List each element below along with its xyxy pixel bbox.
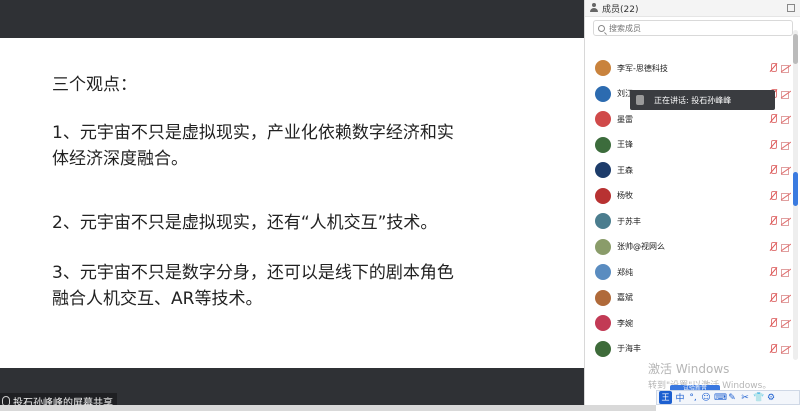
slide-heading: 三个观点： [52,75,137,95]
member-name: 嘉斌 [617,293,633,302]
speaking-indicator: 正在讲话: 投石孙峰峰 [630,90,775,110]
camera-off-icon[interactable] [781,217,791,226]
muted-microphone-icon[interactable] [769,241,777,252]
member-name: 于苏丰 [617,216,641,226]
muted-microphone-icon[interactable] [769,165,777,175]
ime-chinese-mode-key[interactable]: 中 [675,391,685,404]
member-row[interactable]: 于苏丰 [585,209,791,233]
share-top-bar [0,0,584,38]
ime-skin-icon[interactable]: 👕 [753,393,764,403]
member-name: 李军-思德科技 [617,63,668,73]
member-row[interactable]: 王森 [585,158,791,182]
user-icon [589,3,599,13]
speaking-indicator-text: 正在讲话: 投石孙峰峰 [654,95,732,105]
avatar [595,340,611,357]
member-row[interactable]: 李婉 [585,311,791,335]
members-title: 成员(22) [602,4,639,15]
camera-off-icon[interactable] [781,64,791,73]
ime-punctuation-key[interactable]: °, [688,393,698,403]
camera-off-icon[interactable] [781,166,791,175]
member-name: 王锋 [617,140,633,149]
camera-off-icon[interactable] [781,90,791,99]
muted-microphone-icon[interactable] [769,343,777,354]
member-name: 郑纯 [617,267,633,277]
avatar [595,289,611,306]
muted-microphone-icon[interactable] [769,139,777,150]
presentation-slide: 三个观点： 1、元宇宙不只是虚拟现实，产业化依赖数字经济和实 体经济深度融合。 … [0,38,584,368]
member-row[interactable]: 张帅@视网么 [585,235,791,259]
avatar [595,60,611,76]
speaker-avatar-icon [636,95,644,105]
avatar [595,85,611,102]
camera-off-icon[interactable] [781,141,791,150]
muted-microphone-icon[interactable] [769,63,777,73]
member-search-input[interactable] [609,23,779,33]
members-panel: 成员(22) 李军-思德科技刘江墨雷王锋王森杨牧于苏丰张帅@视网么郑纯嘉斌李婉于… [584,0,800,411]
ime-settings-icon[interactable]: ⚙ [766,393,776,403]
camera-off-icon[interactable] [781,345,791,354]
camera-off-icon[interactable] [781,192,791,201]
camera-off-icon[interactable] [781,294,791,303]
avatar [595,264,611,280]
member-name: 张帅@视网么 [617,242,665,251]
member-name: 于海丰 [617,344,641,353]
slide-point-2: 2、元宇宙不只是虚拟现实，还有“人机交互”技术。 [52,213,438,233]
avatar [595,136,611,153]
screen-share-area: 三个观点： 1、元宇宙不只是虚拟现实，产业化依赖数字经济和实 体经济深度融合。 … [0,0,584,411]
taskbar-strip [0,405,656,411]
slide-point-1-line-1: 1、元宇宙不只是虚拟现实，产业化依赖数字经济和实 [52,123,454,143]
slide-point-3-line-1: 3、元宇宙不只是数字分身，还可以是线下的剧本角色 [52,263,454,283]
member-row[interactable]: 王锋 [585,133,791,157]
ime-logo-icon[interactable]: 王 [659,391,672,404]
member-row[interactable]: 嘉斌 [585,286,791,310]
member-search-box[interactable] [593,20,793,36]
member-row[interactable]: 杨牧 [585,184,791,208]
muted-microphone-icon[interactable] [769,292,777,303]
ime-handwriting-icon[interactable]: ✎ [727,393,737,403]
ime-screenshot-icon[interactable]: ✂ [740,393,750,403]
avatar [595,315,611,331]
slide-point-1-line-2: 体经济深度融合。 [52,149,188,169]
muted-microphone-icon[interactable] [769,318,777,328]
search-icon [598,24,605,32]
input-method-toolbar: 王 中 °, ☺ ⌨ ✎ ✂ 👕 ⚙ [656,390,800,405]
avatar [595,187,611,204]
camera-off-icon[interactable] [781,115,791,124]
ime-emoji-icon[interactable]: ☺ [701,393,711,403]
member-row[interactable]: 郑纯 [585,260,791,284]
panel-popout-button[interactable] [787,4,795,12]
camera-off-icon[interactable] [781,243,791,252]
muted-microphone-icon[interactable] [769,190,777,201]
activate-windows-title: 激活 Windows [648,362,730,376]
member-name: 杨牧 [617,191,633,200]
avatar [595,213,611,229]
member-list-scrollbar-thumb[interactable] [793,172,798,206]
slide-point-3-line-2: 融合人机交互、AR等技术。 [52,289,263,309]
muted-microphone-icon[interactable] [769,114,777,124]
ime-keyboard-icon[interactable]: ⌨ [714,393,727,403]
member-row[interactable]: 墨雷 [585,107,791,131]
avatar [595,162,611,178]
avatar [595,111,611,127]
member-name: 王森 [617,165,633,175]
avatar [595,238,611,255]
member-list-scrollbar-top[interactable] [793,34,798,64]
member-name: 墨雷 [617,114,633,124]
member-name: 李婉 [617,318,633,328]
camera-off-icon[interactable] [781,268,791,277]
member-row[interactable]: 李军-思德科技 [585,56,791,80]
camera-off-icon[interactable] [781,319,791,328]
app-window: 三个观点： 1、元宇宙不只是虚拟现实，产业化依赖数字经济和实 体经济深度融合。 … [0,0,800,411]
muted-microphone-icon[interactable] [769,216,777,226]
member-row[interactable]: 于海丰 [585,337,791,361]
muted-microphone-icon[interactable] [769,267,777,277]
members-panel-header: 成员(22) [585,0,800,17]
